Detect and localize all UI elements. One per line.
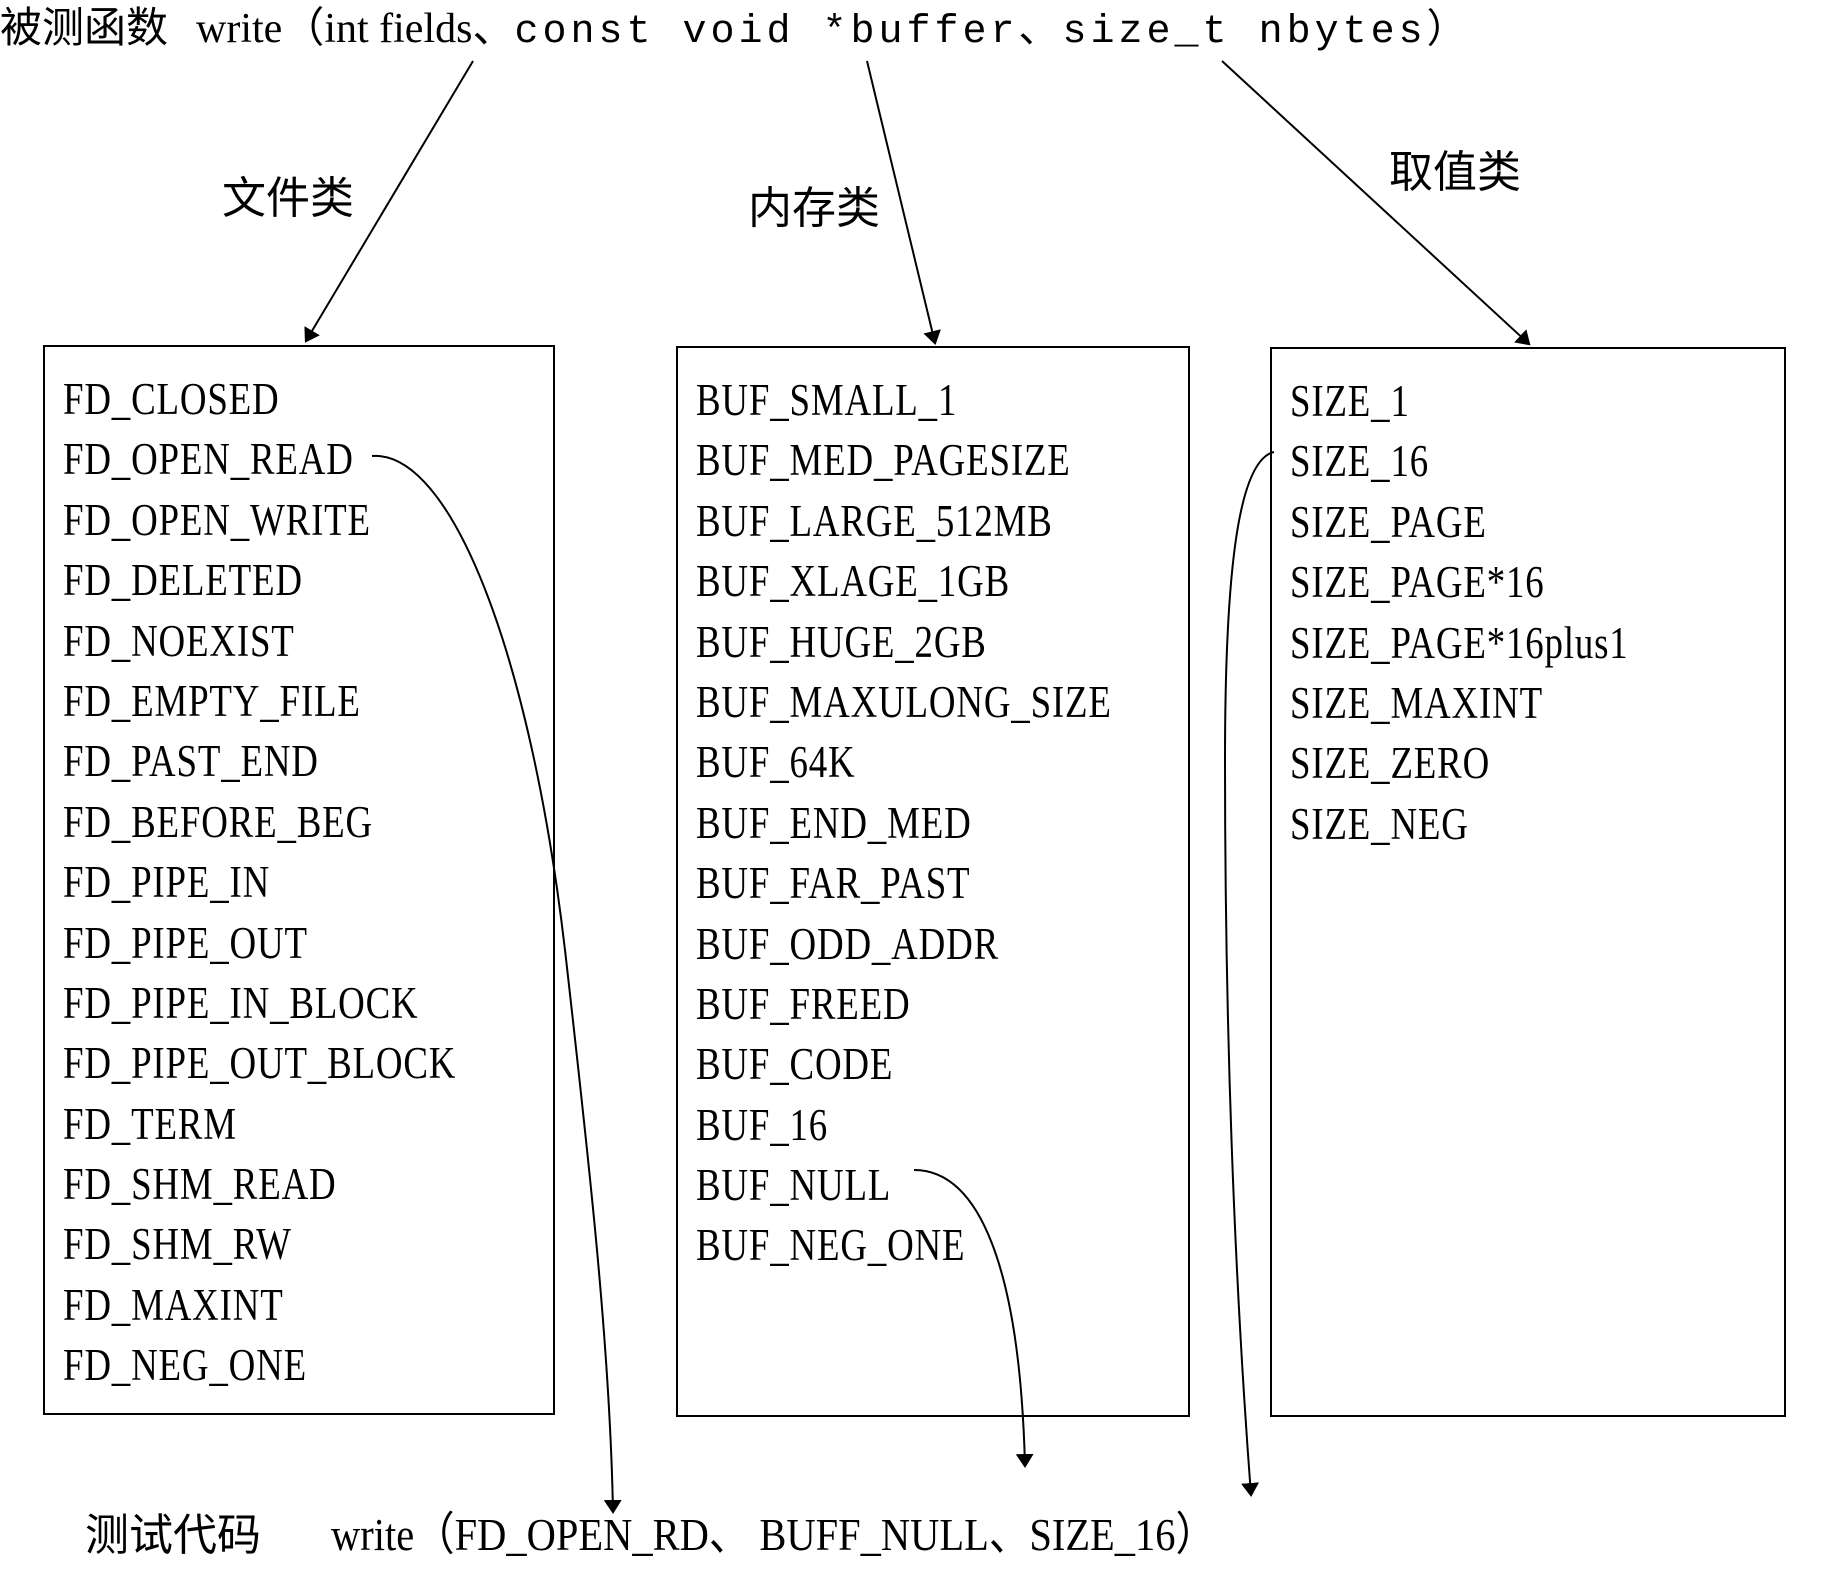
arrow-to-value-class xyxy=(1221,60,1531,346)
test-code-line: 测试代码 write（FD_OPEN_RD、 BUFF_NULL、SIZE_16） xyxy=(85,1505,1337,1565)
curve-buf-null-to-test xyxy=(913,1169,1034,1468)
arrow-to-memory-class xyxy=(866,60,941,345)
curve-size-16-to-test xyxy=(1223,451,1275,1497)
test-code-label: 测试代码 xyxy=(85,1510,261,1561)
curve-fd-open-read-to-test xyxy=(371,454,622,1514)
connector-arrows xyxy=(304,60,1531,1514)
test-code-call: write（FD_OPEN_RD、 BUFF_NULL、SIZE_16） xyxy=(331,1509,1216,1560)
arrow-to-file-class xyxy=(304,60,474,343)
